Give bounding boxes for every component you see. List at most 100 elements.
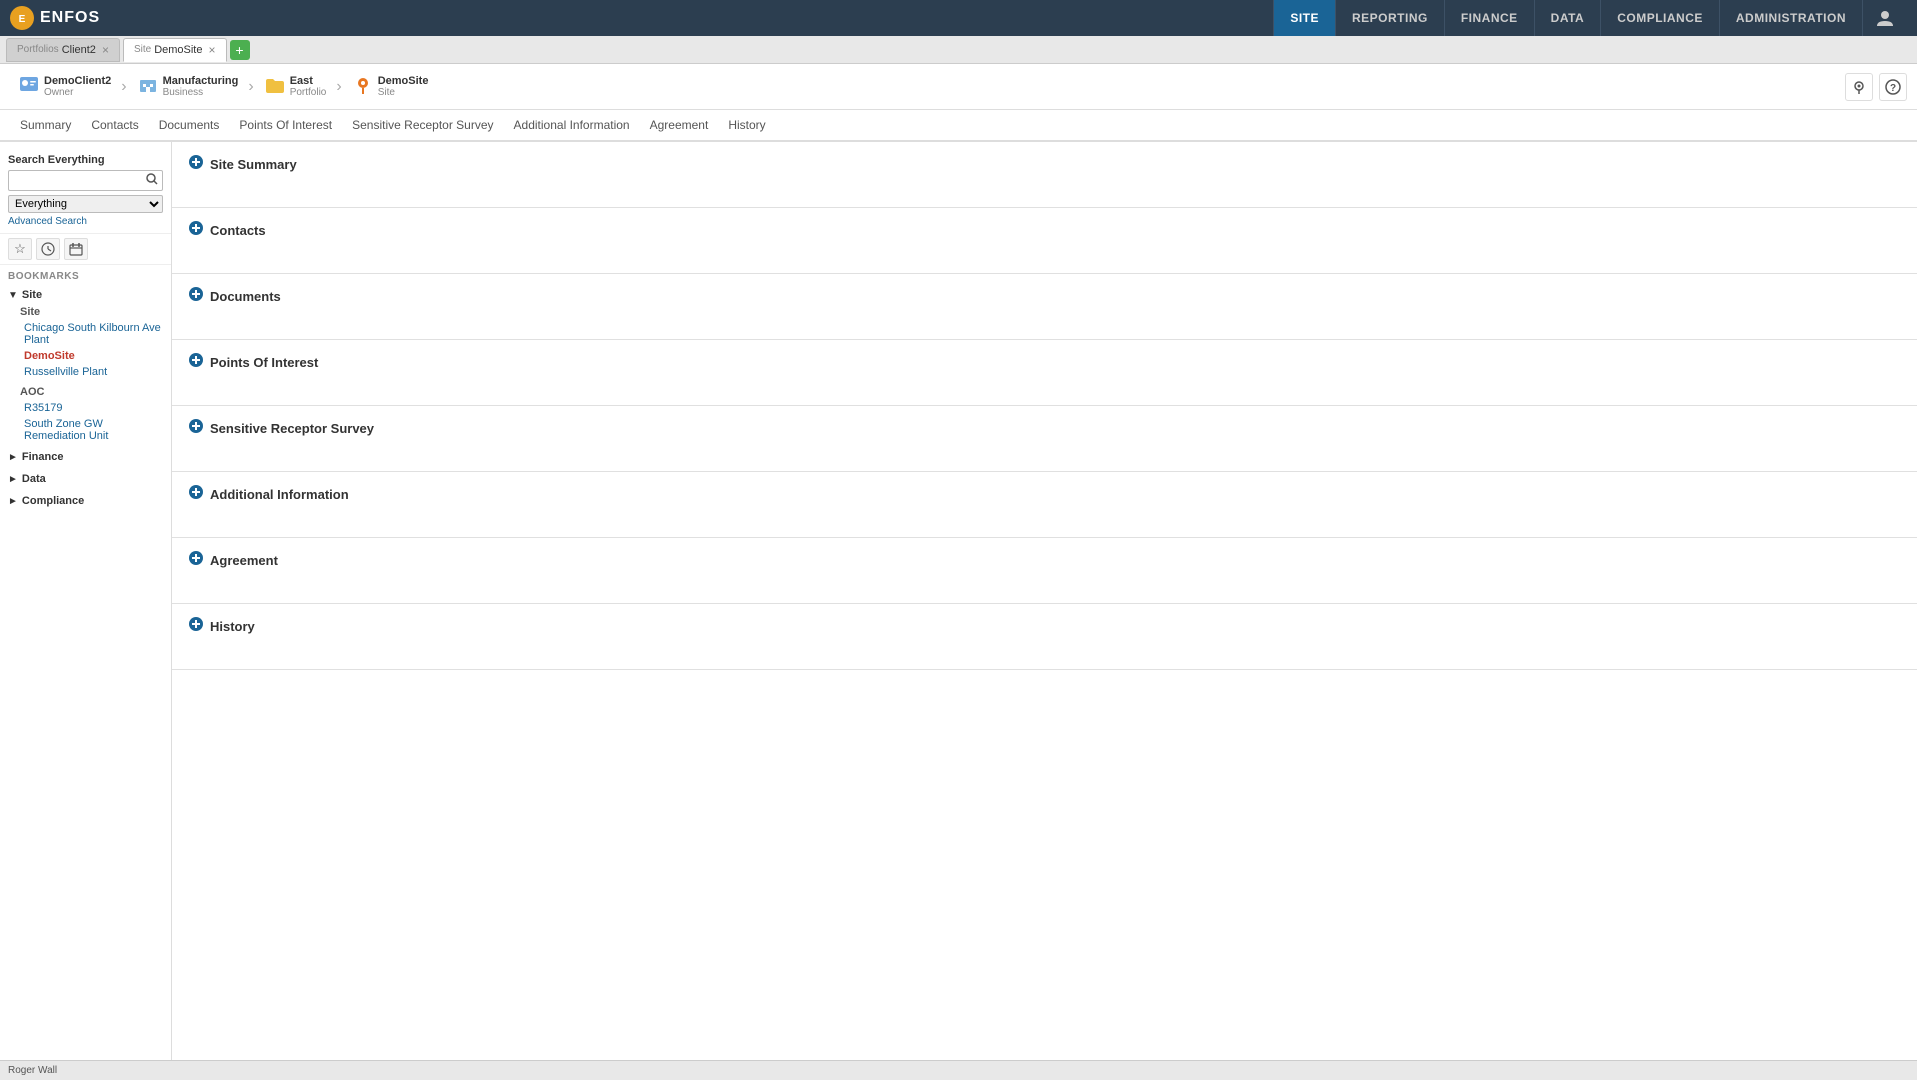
sidebar-item-r35179[interactable]: R35179 xyxy=(16,400,171,416)
section-title-additional-information: Additional Information xyxy=(210,487,349,502)
search-input[interactable] xyxy=(9,173,142,189)
sidebar-item-chicago[interactable]: Chicago South Kilbourn Ave Plant xyxy=(16,320,171,348)
demosite-breadcrumb-type: Site xyxy=(378,87,429,98)
manufacturing-breadcrumb-name: Manufacturing xyxy=(163,75,239,87)
compliance-arrow-icon: ► xyxy=(8,496,18,507)
footer-user: Roger Wall xyxy=(8,1065,57,1076)
section-block-sensitive-receptor-survey: Sensitive Receptor Survey xyxy=(172,406,1917,472)
map-icon[interactable] xyxy=(1845,73,1873,101)
help-icon[interactable]: ? xyxy=(1879,73,1907,101)
search-area: Search Everything EverythingSitesContact… xyxy=(0,148,171,234)
section-header-agreement[interactable]: Agreement xyxy=(188,550,1901,571)
section-header-contacts[interactable]: Contacts xyxy=(188,220,1901,241)
section-tab-documents[interactable]: Documents xyxy=(149,110,230,142)
main-layout: Search Everything EverythingSitesContact… xyxy=(0,142,1917,1080)
bookmark-button[interactable]: ☆ xyxy=(8,238,32,260)
search-button[interactable] xyxy=(142,171,162,190)
tab-type-site: Site xyxy=(134,44,151,55)
section-tab-sensitive-receptor-survey[interactable]: Sensitive Receptor Survey xyxy=(342,110,503,142)
calendar-button[interactable] xyxy=(64,238,88,260)
section-tab-history[interactable]: History xyxy=(718,110,775,142)
section-expand-icon-site-summary xyxy=(188,154,204,175)
section-header-additional-information[interactable]: Additional Information xyxy=(188,484,1901,505)
breadcrumb-east[interactable]: East Portfolio xyxy=(256,74,335,99)
aoc-subgroup-label: AOC xyxy=(16,384,171,400)
breadcrumb-manufacturing[interactable]: Manufacturing Business xyxy=(129,74,247,99)
breadcrumb-portfolios[interactable]: DemoClient2 Owner xyxy=(10,73,119,100)
sidebar-group-compliance: ► Compliance xyxy=(0,490,171,512)
compliance-group-label: Compliance xyxy=(22,495,84,507)
breadcrumb-bar: DemoClient2 Owner › Manufacturing Busine… xyxy=(0,64,1917,110)
search-input-row xyxy=(8,170,163,191)
finance-group-label: Finance xyxy=(22,451,64,463)
search-select-row: EverythingSitesContactsDocuments xyxy=(8,195,163,213)
nav-item-reporting[interactable]: REPORTING xyxy=(1336,0,1445,36)
tab-close-portfolios[interactable]: × xyxy=(102,43,109,57)
svg-text:?: ? xyxy=(1890,83,1896,94)
manufacturing-breadcrumb-type: Business xyxy=(163,87,239,98)
logo-area: E ENFOS xyxy=(10,6,100,30)
tab-close-site[interactable]: × xyxy=(208,43,215,57)
section-title-documents: Documents xyxy=(210,289,281,304)
nav-items: SITEREPORTINGFINANCEDATACOMPLIANCEADMINI… xyxy=(120,0,1863,36)
section-title-points-of-interest: Points Of Interest xyxy=(210,355,318,370)
section-header-documents[interactable]: Documents xyxy=(188,286,1901,307)
logo-icon: E xyxy=(10,6,34,30)
section-tab-additional-information[interactable]: Additional Information xyxy=(504,110,640,142)
section-title-history: History xyxy=(210,619,255,634)
sidebar-item-russellville[interactable]: Russellville Plant xyxy=(16,364,171,380)
section-expand-icon-additional-information xyxy=(188,484,204,505)
top-nav: E ENFOS SITEREPORTINGFINANCEDATACOMPLIAN… xyxy=(0,0,1917,36)
bookmarks-header: BOOKMARKS xyxy=(0,265,171,284)
nav-item-administration[interactable]: ADMINISTRATION xyxy=(1720,0,1863,36)
breadcrumb-demosite[interactable]: DemoSite Site xyxy=(344,74,437,99)
tab-site[interactable]: SiteDemoSite× xyxy=(123,38,227,62)
site-group-toggle[interactable]: ▼ Site xyxy=(0,286,171,304)
site-icon xyxy=(352,74,374,99)
finance-group-toggle[interactable]: ► Finance xyxy=(0,448,171,466)
section-tabs: SummaryContactsDocumentsPoints Of Intere… xyxy=(0,110,1917,142)
compliance-group-toggle[interactable]: ► Compliance xyxy=(0,492,171,510)
section-block-site-summary: Site Summary xyxy=(172,142,1917,208)
section-tab-summary[interactable]: Summary xyxy=(10,110,81,142)
advanced-search-link[interactable]: Advanced Search xyxy=(8,216,163,227)
section-block-history: History xyxy=(172,604,1917,670)
demosite-breadcrumb-name: DemoSite xyxy=(378,75,429,87)
tab-type-portfolios: Portfolios xyxy=(17,44,59,55)
sidebar-icons-row: ☆ xyxy=(0,234,171,265)
nav-item-site[interactable]: SITE xyxy=(1273,0,1336,36)
section-header-history[interactable]: History xyxy=(188,616,1901,637)
section-title-site-summary: Site Summary xyxy=(210,157,297,172)
sidebar-group-finance: ► Finance xyxy=(0,446,171,468)
svg-text:E: E xyxy=(19,14,26,25)
logo-text: ENFOS xyxy=(40,9,100,27)
section-expand-icon-contacts xyxy=(188,220,204,241)
section-tab-points-of-interest[interactable]: Points Of Interest xyxy=(229,110,342,142)
section-block-points-of-interest: Points Of Interest xyxy=(172,340,1917,406)
sidebar-item-demosite[interactable]: DemoSite xyxy=(16,348,171,364)
nav-item-finance[interactable]: FINANCE xyxy=(1445,0,1535,36)
tab-bar: PortfoliosClient2×SiteDemoSite×+ xyxy=(0,36,1917,64)
data-group-toggle[interactable]: ► Data xyxy=(0,470,171,488)
tab-add-button[interactable]: + xyxy=(230,40,250,60)
tab-portfolios[interactable]: PortfoliosClient2 × xyxy=(6,38,120,62)
nav-item-compliance[interactable]: COMPLIANCE xyxy=(1601,0,1720,36)
section-tab-contacts[interactable]: Contacts xyxy=(81,110,148,142)
section-expand-icon-points-of-interest xyxy=(188,352,204,373)
section-block-agreement: Agreement xyxy=(172,538,1917,604)
user-icon[interactable] xyxy=(1863,0,1907,36)
section-tab-agreement[interactable]: Agreement xyxy=(640,110,719,142)
sidebar-group-site: ▼ Site Site Chicago South Kilbourn Ave P… xyxy=(0,284,171,446)
tab-name-portfolios: Client2 xyxy=(62,44,96,56)
section-title-sensitive-receptor-survey: Sensitive Receptor Survey xyxy=(210,421,374,436)
section-header-points-of-interest[interactable]: Points Of Interest xyxy=(188,352,1901,373)
section-header-sensitive-receptor-survey[interactable]: Sensitive Receptor Survey xyxy=(188,418,1901,439)
nav-item-data[interactable]: DATA xyxy=(1535,0,1602,36)
recent-button[interactable] xyxy=(36,238,60,260)
site-subgroup-label: Site xyxy=(16,304,171,320)
sidebar-item-southzone[interactable]: South Zone GW Remediation Unit xyxy=(16,416,171,444)
section-block-additional-information: Additional Information xyxy=(172,472,1917,538)
folder-icon xyxy=(264,74,286,99)
section-header-site-summary[interactable]: Site Summary xyxy=(188,154,1901,175)
search-dropdown[interactable]: EverythingSitesContactsDocuments xyxy=(8,195,163,213)
